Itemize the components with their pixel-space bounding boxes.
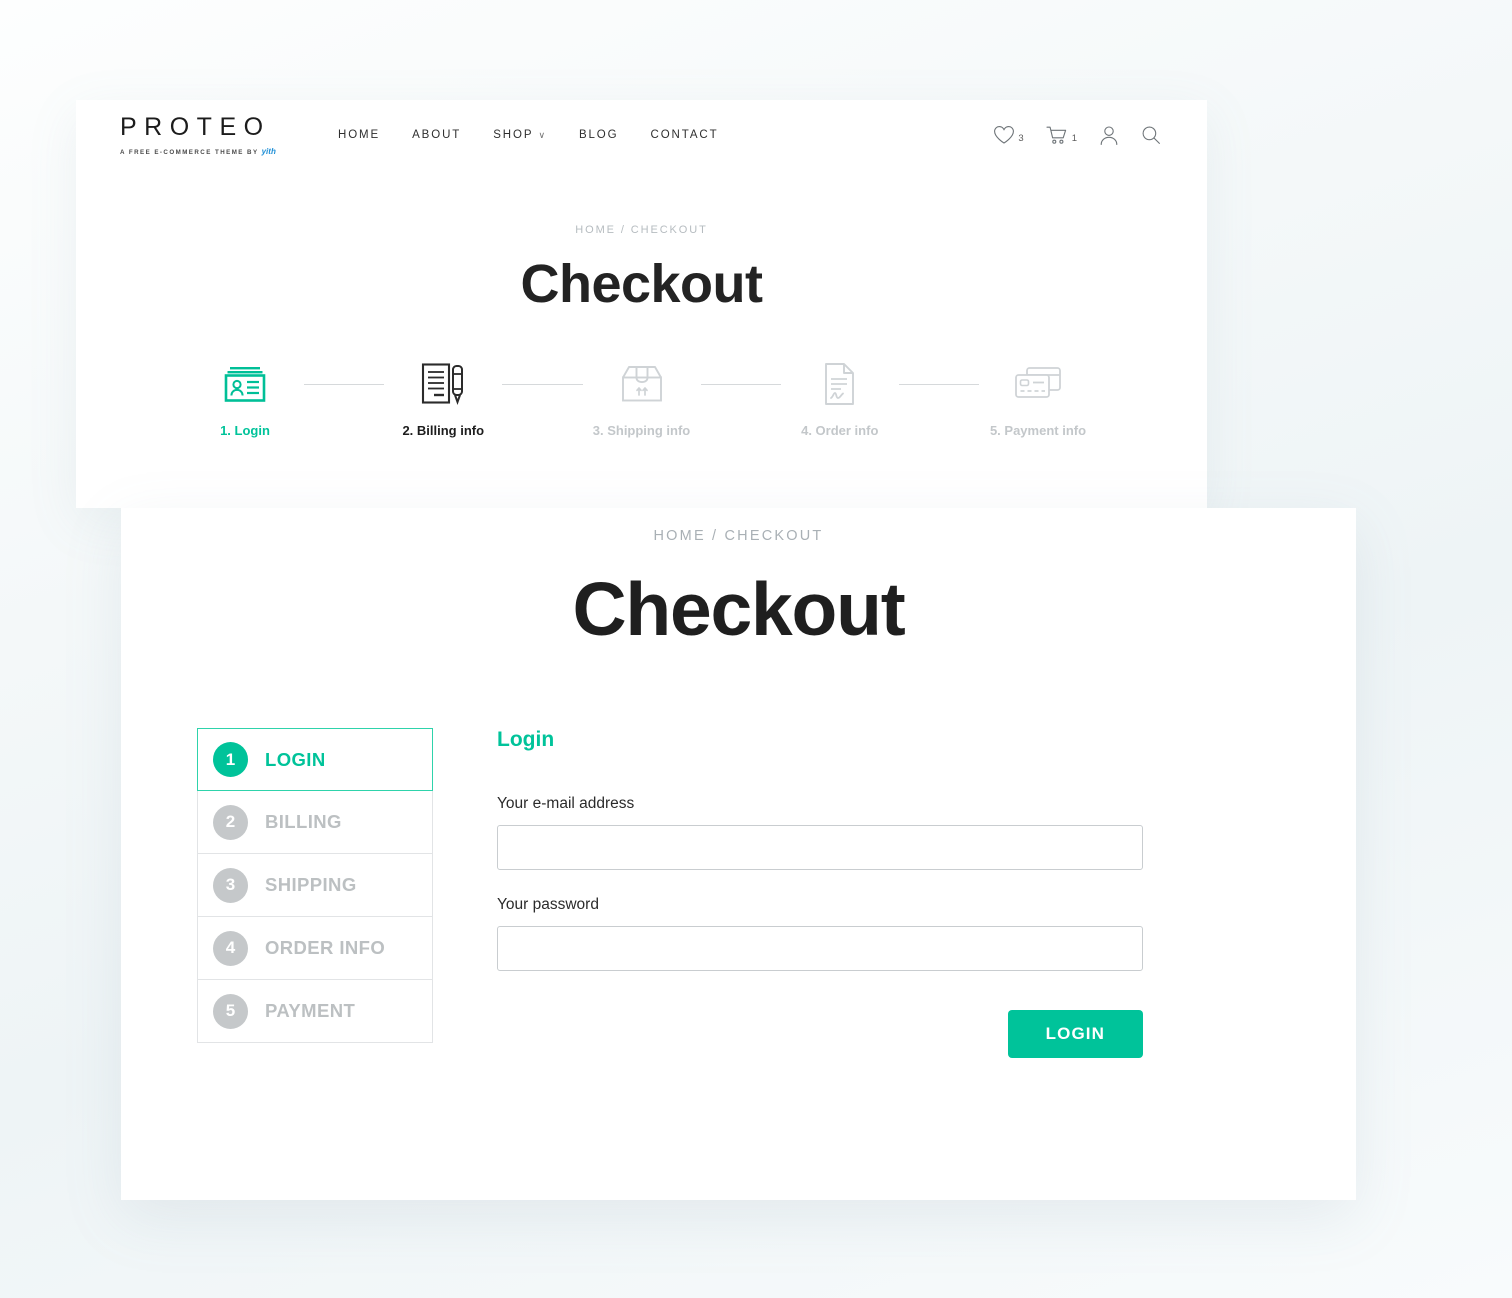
step-connector: [304, 384, 385, 385]
email-field-group: Your e-mail address: [497, 795, 1143, 870]
nav-item-label: HOME: [338, 129, 381, 141]
sidebar-step-label: BILLING: [265, 811, 342, 832]
hero-section: HOME / CHECKOUT Checkout: [76, 170, 1207, 315]
login-form-heading: Login: [497, 728, 555, 751]
step-indicator-login[interactable]: 1. Login: [186, 361, 304, 438]
nav-item-about[interactable]: ABOUT: [412, 129, 461, 141]
cart-button[interactable]: 1: [1046, 125, 1077, 146]
checkout-breadcrumb[interactable]: HOME / CHECKOUT: [121, 528, 1356, 544]
chevron-down-icon: ∨: [538, 129, 547, 140]
header-tools: 3 1: [993, 125, 1161, 146]
step-label: 5. Payment info: [989, 423, 1087, 438]
step-label: 1. Login: [220, 423, 270, 438]
heart-icon: [994, 126, 1015, 144]
nav-item-blog[interactable]: BLOG: [579, 129, 619, 141]
checkout-panel: HOME / CHECKOUT Checkout 1 LOGIN 2 BILLI…: [121, 508, 1356, 1200]
step-indicator-order[interactable]: 4. Order info: [781, 361, 899, 438]
nav-item-label: CONTACT: [650, 129, 719, 141]
email-field[interactable]: [497, 825, 1143, 870]
checkout-title: Checkout: [572, 567, 905, 651]
nav-item-shop[interactable]: SHOP ∨: [493, 129, 547, 141]
checkout-step-bar: 1. Login 2. Billing info 3. Shipping inf…: [76, 361, 1207, 438]
cart-icon: [1046, 126, 1066, 144]
step-connector: [502, 384, 583, 385]
sidebar-step-order-info[interactable]: 4 ORDER INFO: [197, 917, 433, 980]
step-number-badge: 3: [213, 867, 248, 903]
sidebar-step-payment[interactable]: 5 PAYMENT: [197, 980, 433, 1043]
checkout-body: 1 LOGIN 2 BILLING 3 SHIPPING 4 ORDER INF…: [121, 728, 1356, 1058]
brand-name: PROTEO: [120, 112, 271, 141]
sidebar-step-label: PAYMENT: [265, 1000, 356, 1021]
email-field-label: Your e-mail address: [497, 795, 635, 812]
step-number-badge: 5: [213, 993, 248, 1029]
checkout-hero: HOME / CHECKOUT Checkout: [121, 508, 1356, 652]
sidebar-step-login[interactable]: 1 LOGIN: [197, 728, 433, 791]
wishlist-button[interactable]: 3: [993, 125, 1024, 145]
step-number-badge: 1: [213, 742, 248, 777]
nav-item-contact[interactable]: CONTACT: [651, 129, 719, 141]
checkout-step-sidebar: 1 LOGIN 2 BILLING 3 SHIPPING 4 ORDER INF…: [197, 728, 433, 1043]
wishlist-count: 3: [1018, 132, 1024, 144]
login-form-actions: LOGIN: [497, 1010, 1143, 1058]
sidebar-step-billing[interactable]: 2 BILLING: [197, 791, 433, 854]
password-field[interactable]: [497, 926, 1143, 971]
login-form: Login Your e-mail address Your password …: [497, 728, 1143, 1058]
cart-count: 1: [1071, 133, 1077, 144]
signed-doc-icon: [781, 361, 899, 407]
brand-logo[interactable]: PROTEO A FREE E-COMMERCE THEME BY yith: [120, 112, 320, 156]
document-pen-icon: [384, 361, 502, 407]
site-panel: PROTEO A FREE E-COMMERCE THEME BY yith H…: [76, 100, 1207, 508]
main-navigation: HOME ABOUT SHOP ∨ BLOG CONTACT: [338, 129, 719, 141]
nav-item-label: ABOUT: [412, 129, 462, 141]
search-icon: [1142, 126, 1160, 144]
step-number-badge: 2: [213, 804, 248, 840]
brand-tagline-vendor: yith: [261, 146, 276, 156]
brand-tagline-text: A FREE E-COMMERCE THEME BY: [120, 148, 259, 156]
box-icon: [583, 361, 701, 407]
sidebar-step-label: SHIPPING: [265, 874, 357, 895]
step-label: 3. Shipping info: [592, 423, 691, 438]
id-card-icon: [186, 361, 304, 407]
login-submit-button[interactable]: LOGIN: [1007, 1010, 1143, 1058]
step-indicator-shipping[interactable]: 3. Shipping info: [583, 361, 701, 438]
step-number-badge: 4: [213, 930, 248, 966]
step-connector: [700, 384, 781, 385]
step-label: 4. Order info: [801, 423, 879, 438]
sidebar-step-label: ORDER INFO: [265, 937, 386, 958]
password-field-label: Your password: [497, 896, 599, 913]
step-indicator-payment[interactable]: 5. Payment info: [979, 361, 1097, 438]
nav-item-home[interactable]: HOME: [338, 129, 380, 141]
credit-cards-icon: [979, 361, 1097, 407]
nav-item-label: BLOG: [578, 129, 619, 141]
search-button[interactable]: [1141, 125, 1161, 145]
sidebar-step-shipping[interactable]: 3 SHIPPING: [197, 854, 433, 917]
sidebar-step-label: LOGIN: [265, 748, 326, 770]
step-indicator-billing[interactable]: 2. Billing info: [384, 361, 502, 438]
user-icon: [1100, 125, 1118, 145]
brand-tagline: A FREE E-COMMERCE THEME BY yith: [120, 147, 320, 156]
nav-item-label: SHOP: [493, 129, 534, 141]
site-header: PROTEO A FREE E-COMMERCE THEME BY yith H…: [76, 100, 1207, 170]
account-button[interactable]: [1099, 125, 1119, 146]
password-field-group: Your password: [497, 896, 1143, 971]
breadcrumb[interactable]: HOME / CHECKOUT: [76, 224, 1207, 236]
step-connector: [898, 384, 979, 385]
step-label: 2. Billing info: [402, 423, 485, 438]
page-title: Checkout: [520, 254, 763, 314]
